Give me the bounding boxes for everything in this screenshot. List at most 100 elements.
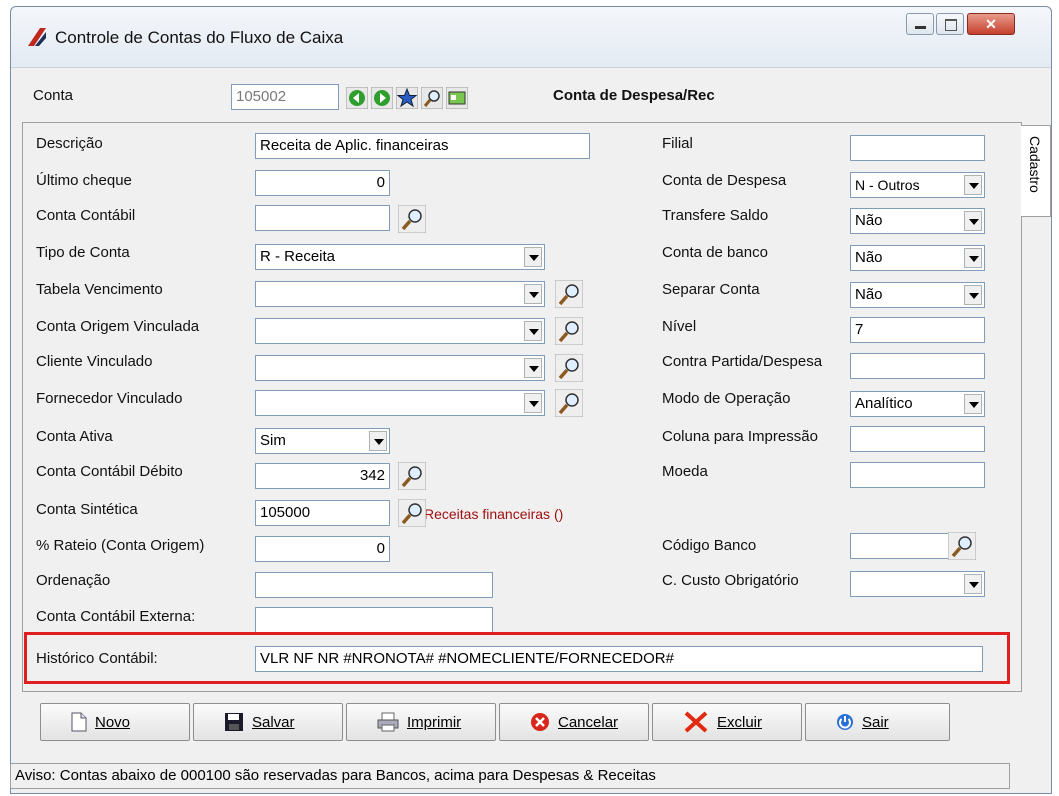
maximize-button[interactable] xyxy=(936,13,964,35)
coluna-impressao-input[interactable] xyxy=(850,426,985,452)
delete-x-icon xyxy=(684,711,708,733)
ordenacao-label: Ordenação xyxy=(36,572,111,589)
close-button[interactable]: ✕ xyxy=(967,13,1015,35)
descricao-input[interactable]: Receita de Aplic. financeiras xyxy=(255,133,590,159)
transfere-saldo-label: Transfere Saldo xyxy=(662,207,769,224)
chevron-down-icon[interactable] xyxy=(524,358,542,378)
tab-label: Cadastro xyxy=(1027,136,1043,193)
tipo-conta-select[interactable]: R - Receita xyxy=(255,244,545,270)
tab-cadastro[interactable]: Cadastro xyxy=(1021,125,1051,217)
conta-ativa-value: Sim xyxy=(260,432,286,449)
chevron-down-icon[interactable] xyxy=(964,175,982,195)
close-icon: ✕ xyxy=(985,16,997,32)
separar-conta-label: Separar Conta xyxy=(662,281,760,298)
conta-banco-label: Conta de banco xyxy=(662,244,768,261)
excluir-label: Excluir xyxy=(717,713,763,731)
conta-banco-select[interactable]: Não xyxy=(850,245,985,271)
fornecedor-vinculado-select[interactable] xyxy=(255,390,545,416)
chevron-down-icon[interactable] xyxy=(964,211,982,231)
conta-contabil-debito-input[interactable]: 342 xyxy=(255,463,390,489)
star-icon[interactable] xyxy=(396,87,418,109)
chevron-down-icon[interactable] xyxy=(964,285,982,305)
conta-contabil-debito-search-icon[interactable] xyxy=(398,462,426,490)
prev-icon[interactable] xyxy=(346,87,368,109)
separar-conta-value: Não xyxy=(855,286,883,303)
conta-sintetica-input[interactable]: 105000 xyxy=(255,500,390,526)
conta-contabil-label: Conta Contábil xyxy=(36,207,136,224)
custo-obrigatorio-label: C. Custo Obrigatório xyxy=(662,572,799,589)
fornecedor-vinculado-search-icon[interactable] xyxy=(555,389,583,417)
codigo-banco-input[interactable] xyxy=(850,533,950,559)
conta-contabil-input[interactable] xyxy=(255,205,390,231)
app-logo-icon xyxy=(28,28,46,46)
chevron-down-icon[interactable] xyxy=(964,248,982,268)
conta-contabil-debito-label: Conta Contábil Débito xyxy=(36,463,183,480)
conta-contabil-externa-input[interactable] xyxy=(255,607,493,633)
excluir-button[interactable]: Excluir xyxy=(652,703,802,741)
conta-origem-select[interactable] xyxy=(255,318,545,344)
salvar-label: Salvar xyxy=(252,713,295,731)
ordenacao-input[interactable] xyxy=(255,572,493,598)
moeda-label: Moeda xyxy=(662,463,708,480)
cliente-vinculado-search-icon[interactable] xyxy=(555,354,583,382)
nivel-input[interactable]: 7 xyxy=(850,317,985,343)
minimize-button[interactable] xyxy=(906,13,934,35)
chevron-down-icon[interactable] xyxy=(524,393,542,413)
conta-contabil-search-icon[interactable] xyxy=(398,205,426,233)
conta-sintetica-search-icon[interactable] xyxy=(398,499,426,527)
new-document-icon xyxy=(71,712,87,732)
ultimo-cheque-input[interactable]: 0 xyxy=(255,170,390,196)
codigo-banco-search-icon[interactable] xyxy=(948,532,976,560)
conta-banco-value: Não xyxy=(855,249,883,266)
contra-partida-input[interactable] xyxy=(850,353,985,379)
sair-label: Sair xyxy=(862,713,889,731)
filial-input[interactable] xyxy=(850,135,985,161)
conta-despesa-select[interactable]: N - Outros xyxy=(850,172,985,198)
chevron-down-icon[interactable] xyxy=(524,321,542,341)
modo-operacao-value: Analítico xyxy=(855,395,913,412)
conta-ativa-select[interactable]: Sim xyxy=(255,428,390,454)
salvar-button[interactable]: Salvar xyxy=(193,703,343,741)
cliente-vinculado-select[interactable] xyxy=(255,355,545,381)
imprimir-button[interactable]: Imprimir xyxy=(346,703,496,741)
custo-obrigatorio-select[interactable] xyxy=(850,571,985,597)
tabela-vencimento-label: Tabela Vencimento xyxy=(36,281,163,298)
chevron-down-icon[interactable] xyxy=(524,284,542,304)
nivel-label: Nível xyxy=(662,318,697,335)
next-icon[interactable] xyxy=(371,87,393,109)
chevron-down-icon[interactable] xyxy=(369,431,387,451)
transfere-saldo-select[interactable]: Não xyxy=(850,208,985,234)
rateio-input[interactable]: 0 xyxy=(255,536,390,562)
cancelar-button[interactable]: Cancelar xyxy=(499,703,649,741)
card-icon[interactable] xyxy=(446,87,468,109)
conta-ativa-label: Conta Ativa xyxy=(36,428,113,445)
title-bar: Controle de Contas do Fluxo de Caixa ✕ xyxy=(11,7,1051,68)
modo-operacao-label: Modo de Operação xyxy=(662,390,791,407)
modo-operacao-select[interactable]: Analítico xyxy=(850,391,985,417)
novo-button[interactable]: Novo xyxy=(40,703,190,741)
search-icon[interactable] xyxy=(421,87,443,109)
conta-origem-search-icon[interactable] xyxy=(555,317,583,345)
status-bar: Aviso: Contas abaixo de 000100 são reser… xyxy=(10,763,1010,789)
tipo-conta-value: R - Receita xyxy=(260,248,336,265)
conta-despesa-value: N - Outros xyxy=(855,177,920,193)
ultimo-cheque-label: Último cheque xyxy=(36,172,132,189)
maximize-icon xyxy=(945,19,957,31)
sair-button[interactable]: Sair xyxy=(805,703,950,741)
novo-label: Novo xyxy=(95,713,131,731)
tabela-vencimento-select[interactable] xyxy=(255,281,545,307)
descricao-label: Descrição xyxy=(36,135,103,152)
conta-sintetica-desc: Receitas financeiras () xyxy=(424,506,564,522)
print-icon xyxy=(377,712,399,732)
chevron-down-icon[interactable] xyxy=(964,394,982,414)
chevron-down-icon[interactable] xyxy=(524,247,542,267)
window-title: Controle de Contas do Fluxo de Caixa xyxy=(55,28,344,47)
conta-origem-label: Conta Origem Vinculada xyxy=(36,318,200,335)
tabela-vencimento-search-icon[interactable] xyxy=(555,280,583,308)
moeda-input[interactable] xyxy=(850,462,985,488)
separar-conta-select[interactable]: Não xyxy=(850,282,985,308)
chevron-down-icon[interactable] xyxy=(964,574,982,594)
historico-contabil-input[interactable]: VLR NF NR #NRONOTA# #NOMECLIENTE/FORNECE… xyxy=(255,646,983,672)
conta-input[interactable]: 105002 xyxy=(231,84,339,110)
save-icon xyxy=(225,713,243,731)
